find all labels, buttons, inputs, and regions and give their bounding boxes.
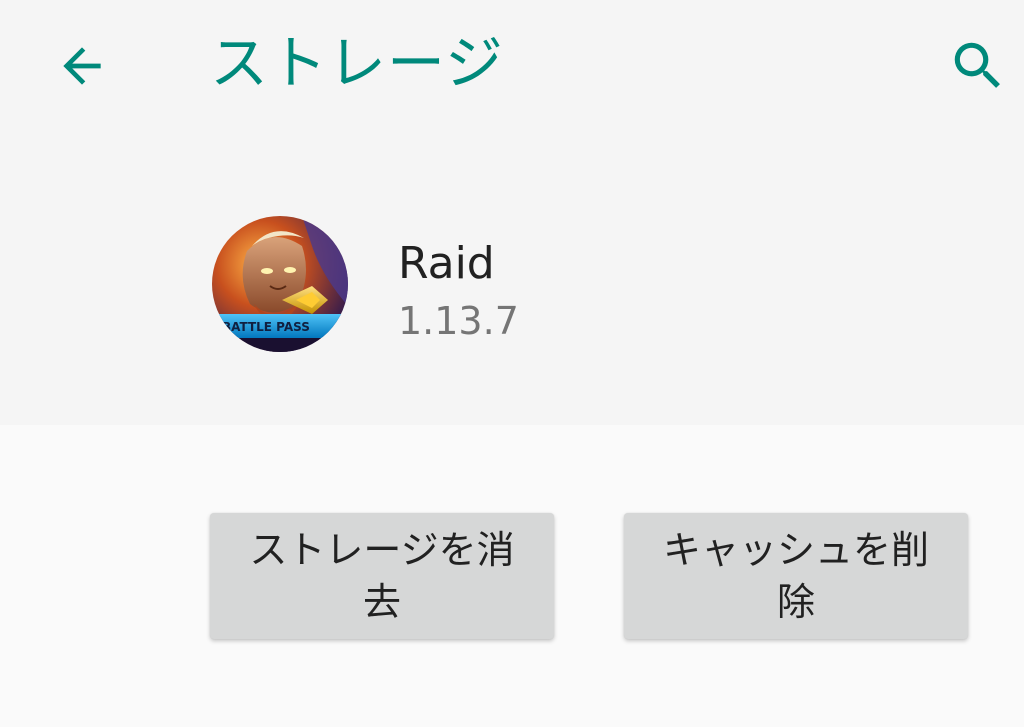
app-header-panel: ストレージ BATTLE PASS Raid 1.13.7 — [0, 0, 1024, 425]
clear-cache-label-line1: キャッシュを削 — [662, 528, 929, 572]
arrow-left-icon — [63, 47, 101, 85]
clear-storage-label-line2: 去 — [362, 580, 401, 624]
clear-storage-label-line1: ストレージを消 — [249, 528, 515, 572]
back-button[interactable] — [40, 24, 124, 108]
clear-cache-button[interactable]: キャッシュを削 除 — [624, 513, 968, 639]
search-button[interactable] — [936, 24, 1020, 108]
app-info-row: BATTLE PASS Raid 1.13.7 — [0, 210, 1024, 360]
clear-storage-button[interactable]: ストレージを消 去 — [210, 513, 554, 639]
page-title: ストレージ — [210, 29, 504, 97]
toolbar: ストレージ — [0, 0, 1024, 130]
icon-badge-text: BATTLE PASS — [222, 320, 310, 334]
app-name: Raid — [398, 238, 495, 289]
clear-cache-label-line2: 除 — [776, 580, 815, 624]
search-icon — [954, 42, 1000, 88]
app-icon: BATTLE PASS — [212, 216, 348, 352]
app-version: 1.13.7 — [398, 299, 519, 343]
